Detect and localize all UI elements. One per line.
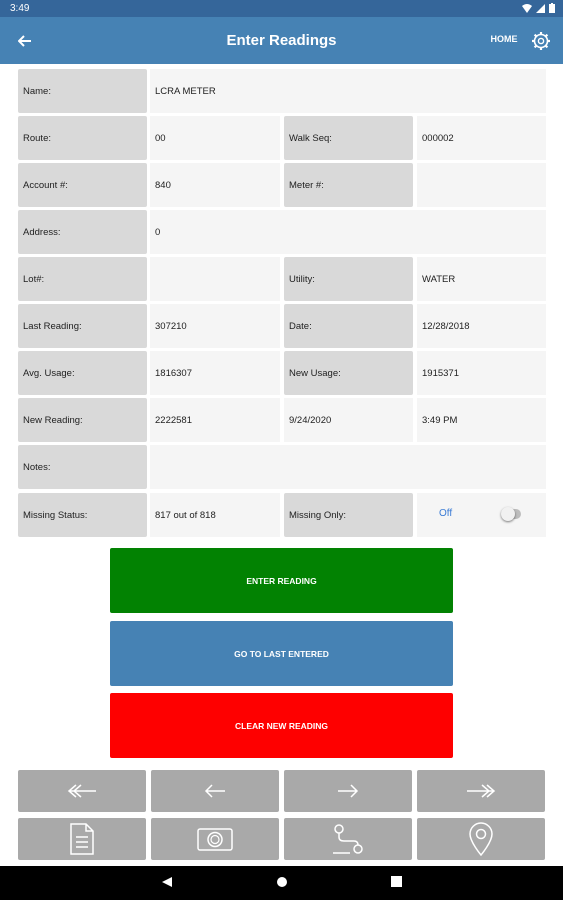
signal-icon <box>536 3 545 13</box>
toggle-state-text: Off <box>439 508 453 519</box>
lot-value <box>150 257 280 301</box>
nav-home-icon[interactable] <box>276 876 288 888</box>
new-reading-label: New Reading: <box>18 398 147 442</box>
missing-status-label: Missing Status: <box>18 493 147 537</box>
next-record-button[interactable] <box>284 770 412 812</box>
notes-input[interactable] <box>150 445 546 489</box>
new-reading-date: 9/24/2020 <box>284 398 413 442</box>
date-label: Date: <box>284 304 413 348</box>
route-button[interactable] <box>284 818 412 860</box>
first-record-button[interactable] <box>18 770 146 812</box>
avg-usage-label: Avg. Usage: <box>18 351 147 395</box>
status-icons <box>522 3 555 13</box>
status-bar: 3:49 <box>0 0 563 17</box>
route-label: Route: <box>18 116 147 160</box>
previous-record-button[interactable] <box>151 770 279 812</box>
missing-status-value: 817 out of 818 <box>150 493 280 537</box>
account-label: Account #: <box>18 163 147 207</box>
new-usage-value: 1915371 <box>417 351 546 395</box>
lot-label: Lot#: <box>18 257 147 301</box>
wifi-icon <box>522 3 532 13</box>
enter-reading-button[interactable]: ENTER READING <box>110 548 453 613</box>
document-button[interactable] <box>18 818 146 860</box>
route-icon <box>333 824 363 854</box>
next-record-icon <box>338 784 359 798</box>
name-label: Name: <box>18 69 147 113</box>
last-record-button[interactable] <box>417 770 545 812</box>
gear-icon <box>532 32 550 50</box>
meter-value <box>417 163 546 207</box>
toggle-knob <box>501 507 515 521</box>
previous-record-icon <box>204 784 225 798</box>
app-bar: Enter Readings HOME <box>0 17 563 64</box>
avg-usage-value: 1816307 <box>150 351 280 395</box>
last-reading-value: 307210 <box>150 304 280 348</box>
nav-recents-icon[interactable] <box>391 876 402 887</box>
camera-button[interactable] <box>151 818 279 860</box>
utility-label: Utility: <box>284 257 413 301</box>
go-to-last-entered-button[interactable]: GO TO LAST ENTERED <box>110 621 453 686</box>
address-label: Address: <box>18 210 147 254</box>
walk-seq-value: 000002 <box>417 116 546 160</box>
nav-back-icon[interactable] <box>161 876 173 888</box>
walk-seq-label: Walk Seq: <box>284 116 413 160</box>
page-title: Enter Readings <box>226 32 337 49</box>
location-pin-icon <box>469 822 493 856</box>
missing-only-toggle[interactable]: Off <box>417 493 546 537</box>
name-value: LCRA METER <box>150 69 546 113</box>
last-record-icon <box>467 784 496 798</box>
first-record-icon <box>67 784 96 798</box>
settings-button[interactable] <box>528 28 554 54</box>
new-reading-input[interactable]: 2222581 <box>150 398 280 442</box>
route-value: 00 <box>150 116 280 160</box>
utility-value: WATER <box>417 257 546 301</box>
new-usage-label: New Usage: <box>284 351 413 395</box>
meter-label: Meter #: <box>284 163 413 207</box>
address-value: 0 <box>150 210 546 254</box>
toggle-switch[interactable] <box>501 507 521 521</box>
camera-icon <box>197 828 233 851</box>
notes-label: Notes: <box>18 445 147 489</box>
new-reading-time: 3:49 PM <box>417 398 546 442</box>
missing-only-label: Missing Only: <box>284 493 413 537</box>
location-button[interactable] <box>417 818 545 860</box>
date-value: 12/28/2018 <box>417 304 546 348</box>
battery-icon <box>549 3 555 13</box>
system-nav-bar <box>0 866 563 900</box>
last-reading-label: Last Reading: <box>18 304 147 348</box>
account-value: 840 <box>150 163 280 207</box>
home-button[interactable]: HOME <box>480 34 528 44</box>
document-icon <box>70 823 94 855</box>
status-time: 3:49 <box>10 3 30 14</box>
clear-new-reading-button[interactable]: CLEAR NEW READING <box>110 693 453 758</box>
